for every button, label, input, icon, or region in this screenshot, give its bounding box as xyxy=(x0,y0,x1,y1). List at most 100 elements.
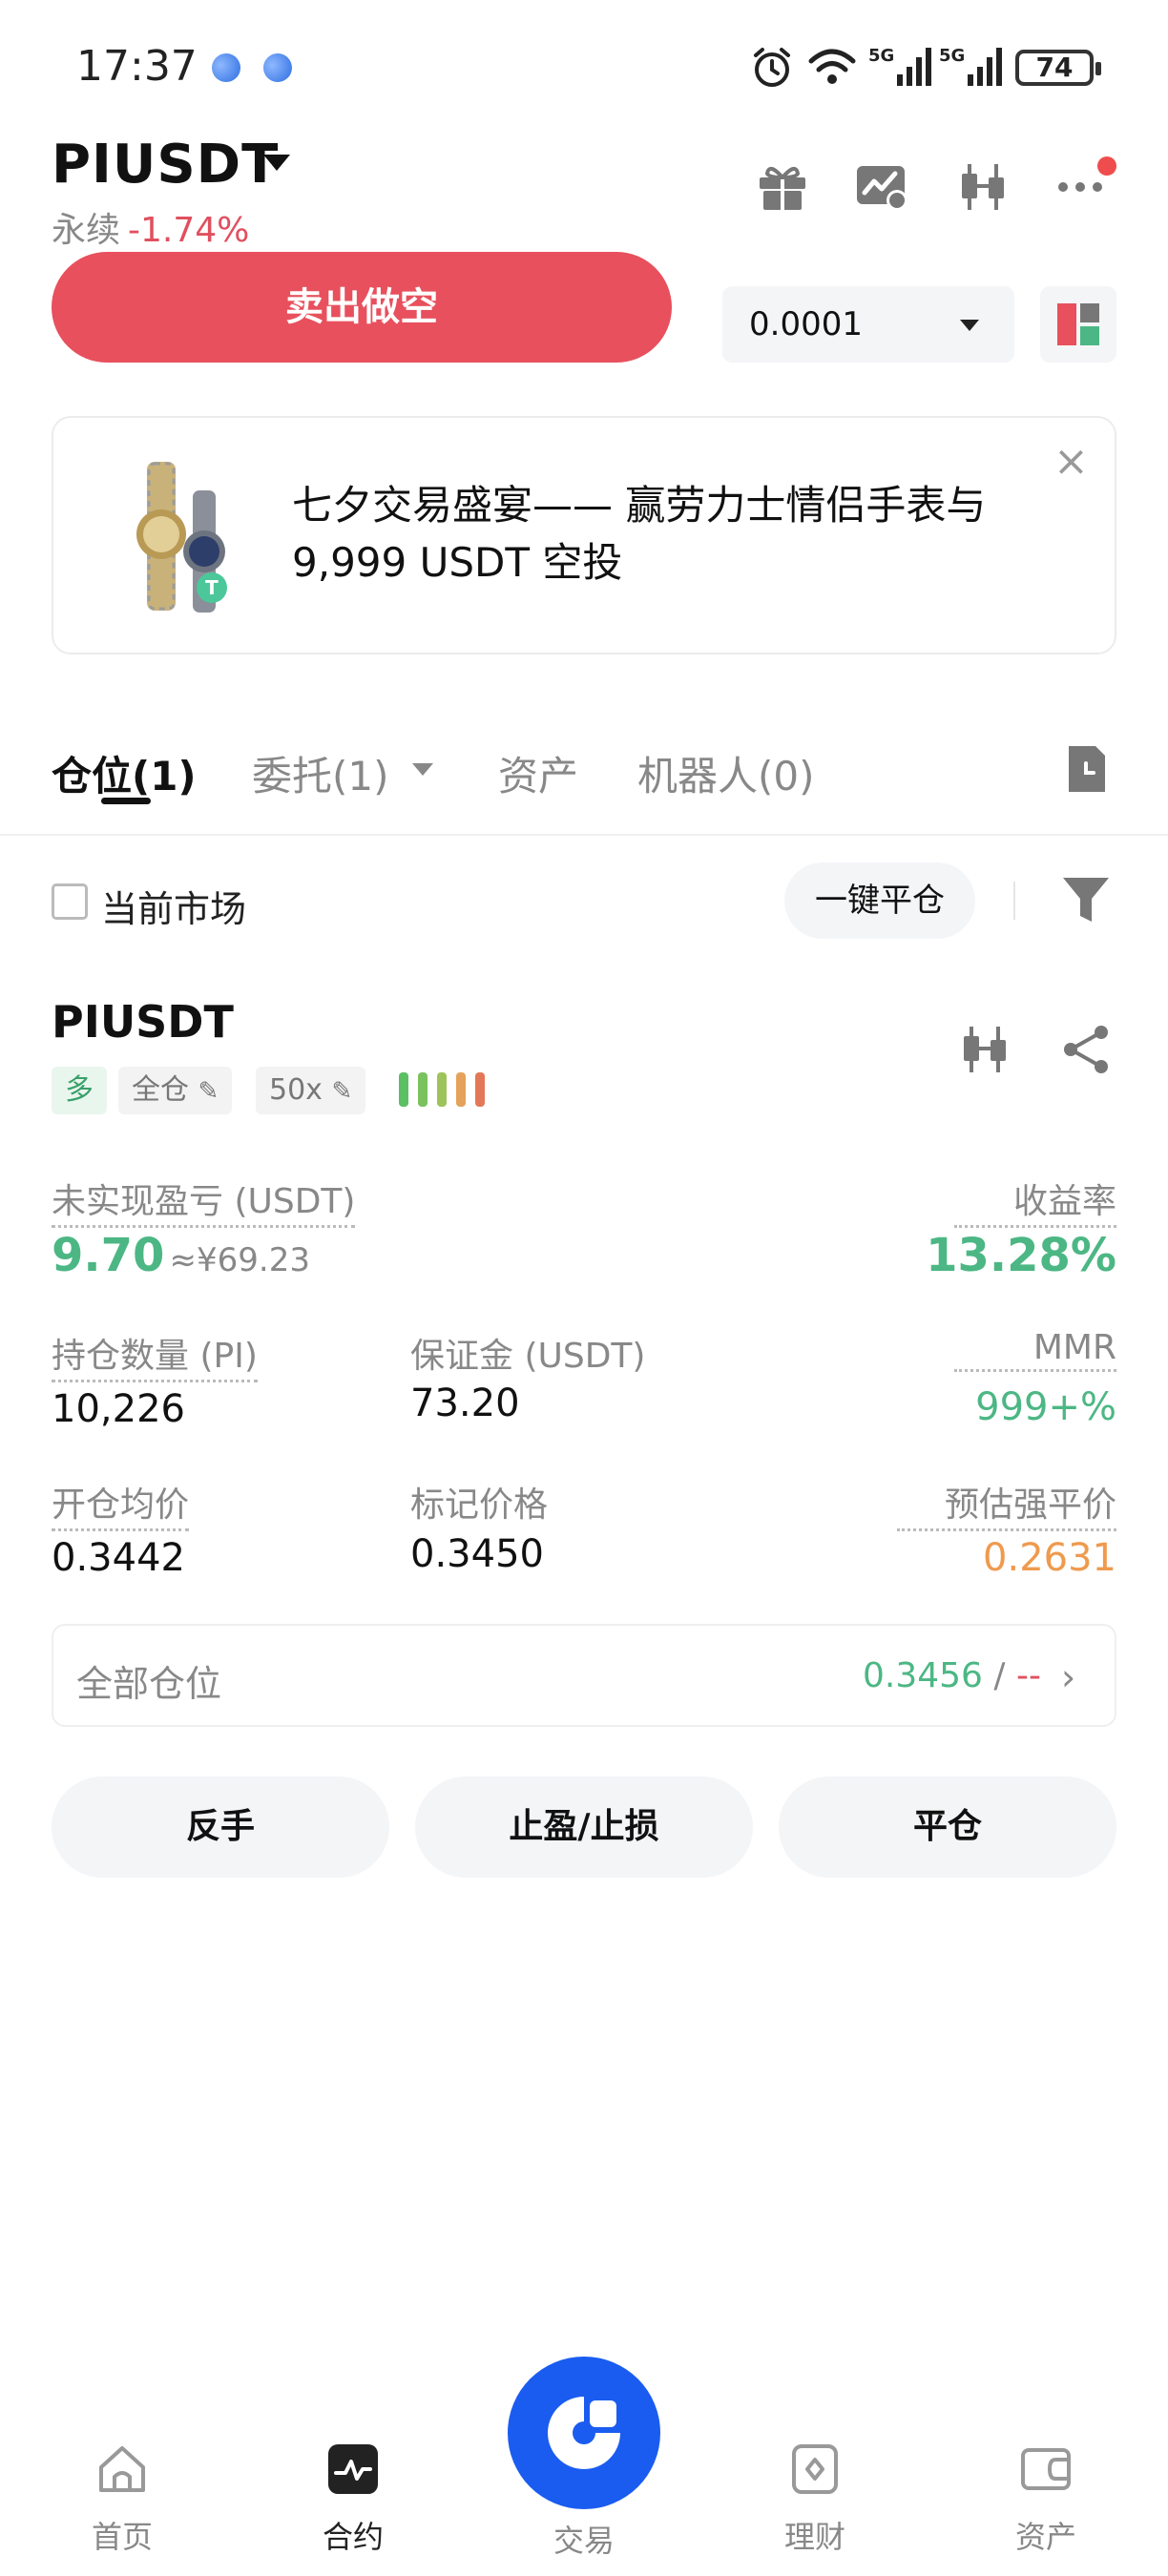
roe-value: 13.28% xyxy=(926,1229,1116,1282)
chart-alert-icon[interactable] xyxy=(855,160,908,214)
risk-bar xyxy=(456,1072,466,1107)
contract-subtitle: 永续 -1.74% xyxy=(52,202,249,252)
roe-label[interactable]: 收益率 xyxy=(954,1174,1116,1228)
tab-label: 仓位 xyxy=(52,753,133,800)
edit-icon: ✎ xyxy=(331,1077,353,1106)
nav-label: 理财 xyxy=(783,2519,845,2555)
tab-label: 委托 xyxy=(252,753,333,800)
edit-icon: ✎ xyxy=(198,1077,219,1106)
earn-icon xyxy=(792,2444,838,2494)
current-market-checkbox[interactable] xyxy=(52,883,88,920)
orderbook-layout-icon xyxy=(1057,303,1099,345)
app-notification-icon xyxy=(207,49,245,87)
size-label[interactable]: 持仓数量 (PI) xyxy=(52,1328,258,1382)
tab-orders[interactable]: 委托(1) xyxy=(252,744,389,802)
side-badge: 多 xyxy=(52,1067,107,1114)
chevron-right-icon[interactable]: › xyxy=(1061,1656,1075,1698)
margin-label: 保证金 (USDT) xyxy=(410,1337,646,1376)
pair-title[interactable]: PIUSDT xyxy=(52,134,279,196)
price-change: -1.74% xyxy=(128,211,250,250)
filter-icon[interactable] xyxy=(1061,874,1111,925)
entry-price-label[interactable]: 开仓均价 xyxy=(52,1477,190,1531)
watch-image: T xyxy=(136,462,227,613)
signal-5g-icon: 5G xyxy=(939,46,1002,86)
battery-indicator: 74 xyxy=(1015,50,1101,86)
unrealized-pnl-cny: ≈¥69.23 xyxy=(169,1241,310,1279)
tab-bots[interactable]: 机器人(0) xyxy=(637,744,815,802)
app-notification-icon xyxy=(259,49,297,87)
trade-fab[interactable] xyxy=(508,2357,660,2509)
position-pair: PIUSDT xyxy=(52,996,234,1048)
unrealized-pnl-value: 9.70 xyxy=(52,1229,165,1282)
close-position-button[interactable]: 平仓 xyxy=(779,1776,1116,1878)
all-positions-price: 0.3456 xyxy=(863,1656,983,1695)
tab-label: 资产 xyxy=(498,753,579,800)
tab-count: (1) xyxy=(332,753,389,800)
chevron-down-icon[interactable] xyxy=(412,763,433,776)
svg-text:5G: 5G xyxy=(868,46,894,66)
tab-count: (0) xyxy=(758,753,815,800)
contract-type: 永续 xyxy=(52,211,121,250)
all-positions-label: 全部仓位 xyxy=(76,1663,222,1705)
liq-price-label[interactable]: 预估强平价 xyxy=(897,1477,1116,1531)
tab-assets[interactable]: 资产 xyxy=(498,744,578,802)
active-tab-indicator xyxy=(101,798,151,804)
mark-price-label: 标记价格 xyxy=(410,1485,549,1525)
tab-positions[interactable]: 仓位(1) xyxy=(52,744,197,802)
mmr-value: 999+% xyxy=(975,1385,1116,1429)
svg-text:T: T xyxy=(205,576,219,599)
chevron-down-icon[interactable] xyxy=(960,320,979,331)
candlestick-icon[interactable] xyxy=(958,1023,1012,1076)
risk-bar xyxy=(475,1072,485,1107)
close-icon[interactable]: × xyxy=(1053,441,1089,483)
nav-label: 交易 xyxy=(553,2523,615,2559)
banner-text: 七夕交易盛宴—— 赢劳力士情侣手表与 9,999 USDT 空投 xyxy=(292,482,987,586)
status-time: 17:37 xyxy=(76,42,198,91)
leverage-badge[interactable]: 50x ✎ xyxy=(256,1067,366,1114)
close-all-button[interactable]: 一键平仓 xyxy=(784,862,975,939)
size-value: 10,226 xyxy=(52,1387,185,1431)
nav-label: 资产 xyxy=(1014,2519,1076,2555)
gift-icon[interactable] xyxy=(756,160,809,214)
divider xyxy=(1013,882,1015,920)
unrealized-pnl: 9.70 ≈¥69.23 xyxy=(52,1229,310,1282)
wallet-icon xyxy=(1021,2448,1071,2490)
divider xyxy=(0,834,1168,836)
candlestick-icon[interactable] xyxy=(956,160,1010,214)
risk-bar xyxy=(399,1072,408,1107)
history-icon[interactable] xyxy=(1059,742,1113,796)
chevron-down-icon[interactable] xyxy=(263,155,290,171)
nav-futures[interactable]: 合约 xyxy=(277,2442,429,2557)
all-positions-separator: / xyxy=(982,1656,1016,1695)
trade-logo-icon xyxy=(548,2397,620,2469)
margin-value: 73.20 xyxy=(410,1381,520,1425)
wifi-icon xyxy=(808,49,856,84)
leverage-label: 50x xyxy=(269,1073,323,1107)
orderbook-layout-button[interactable] xyxy=(1040,286,1116,363)
share-icon[interactable] xyxy=(1059,1023,1113,1076)
home-icon xyxy=(99,2446,145,2492)
tab-label: 机器人 xyxy=(637,753,759,800)
svg-text:5G: 5G xyxy=(939,46,965,66)
nav-home[interactable]: 首页 xyxy=(46,2442,198,2557)
all-positions-pnl: -- xyxy=(1015,1656,1041,1695)
all-positions-value: 0.3456 / -- xyxy=(863,1656,1041,1695)
unrealized-pnl-label[interactable]: 未实现盈亏 (USDT) xyxy=(52,1174,356,1228)
margin-mode-label: 全仓 xyxy=(132,1073,189,1107)
tpsl-button[interactable]: 止盈/止损 xyxy=(415,1776,753,1878)
entry-price-value: 0.3442 xyxy=(52,1536,185,1580)
sell-short-button[interactable]: 卖出做空 xyxy=(52,252,672,363)
risk-bar xyxy=(418,1072,428,1107)
nav-label: 首页 xyxy=(91,2519,153,2555)
mmr-label[interactable]: MMR xyxy=(954,1328,1116,1372)
futures-icon xyxy=(328,2444,378,2494)
reverse-button[interactable]: 反手 xyxy=(52,1776,389,1878)
nav-label: 合约 xyxy=(322,2519,384,2555)
tab-count: (1) xyxy=(132,753,197,800)
current-market-label[interactable]: 当前市场 xyxy=(101,880,246,932)
margin-mode-badge[interactable]: 全仓 ✎ xyxy=(118,1067,233,1114)
nav-earn[interactable]: 理财 xyxy=(739,2442,891,2557)
liq-price-value: 0.2631 xyxy=(983,1536,1116,1580)
risk-bar xyxy=(437,1072,447,1107)
nav-assets[interactable]: 资产 xyxy=(970,2442,1122,2557)
